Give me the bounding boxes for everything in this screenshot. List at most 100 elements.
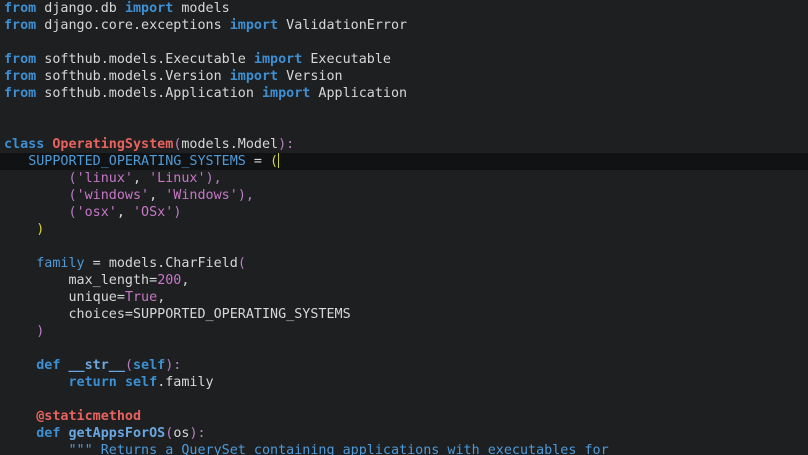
operator: = [84,256,109,271]
string: 'windows' [76,188,150,203]
code-line-11: ('linux', 'Linux'), [4,170,222,187]
matched-paren: ( [270,154,279,169]
text-cursor [278,153,280,168]
string: 'Windows' [165,188,238,203]
paren: ), [205,171,222,186]
code-line-23: return self.family [4,374,214,391]
decorator: @staticmethod [36,409,142,424]
paren: ): [189,426,206,441]
comma: , [133,171,150,186]
import-name: Application [310,86,408,101]
paren: ( [68,171,77,186]
function-name: getAppsForOS [68,426,166,441]
identifier: SUPPORTED_OPERATING_SYSTEMS [28,154,246,169]
parameter: os [173,426,190,441]
matched-paren: ) [36,222,45,237]
code-line-20: ) [4,323,44,340]
code-line-13: ('osx', 'OSx') [4,204,182,221]
paren: ( [124,358,133,373]
paren: ), [237,188,254,203]
code-line-26: def getAppsForOS(os): [4,425,206,442]
keyword-arg: unique= [68,290,125,305]
identifier: family [36,256,85,271]
keyword-arg: max_length= [68,273,158,288]
code-line-10-current[interactable]: SUPPORTED_OPERATING_SYSTEMS = ( [0,153,808,170]
paren: ( [68,188,77,203]
code-line-19: choices=SUPPORTED_OPERATING_SYSTEMS [4,306,351,323]
code-line-27: """ Returns a QuerySet containing applic… [4,442,609,455]
constant: True [124,290,158,305]
module-name: softhub.models.Executable [36,52,254,67]
code-line-18: unique=True, [4,289,166,306]
code-line-16: family = models.CharField( [4,255,246,272]
code-line-12: ('windows', 'Windows'), [4,187,254,204]
keyword: from [4,69,37,84]
number: 200 [157,273,182,288]
import-name: models [173,1,230,16]
paren: ): [278,137,295,152]
comma: , [157,290,166,305]
function-name: __str__ [68,358,125,373]
code-line-6: from softhub.models.Application import A… [4,85,407,102]
module-name: django.core.exceptions [36,18,230,33]
self-keyword: self [133,358,166,373]
attribute: .family [157,375,214,390]
code-line-5: from softhub.models.Version import Versi… [4,68,343,85]
keyword-arg: choices=SUPPORTED_OPERATING_SYSTEMS [68,307,351,322]
string: 'OSx' [133,205,174,220]
self-keyword: self [124,375,158,390]
keyword: import [229,18,279,33]
code-editor[interactable]: from django.db import models from django… [0,0,808,455]
module-name: softhub.models.Version [36,69,230,84]
paren: ): [165,358,182,373]
keyword: from [4,86,37,101]
code-line-9: class OperatingSystem(models.Model): [4,136,294,153]
code-line-1: from django.db import models [4,0,230,17]
keyword: class [4,137,45,152]
code-line-2: from django.core.exceptions import Valid… [4,17,407,34]
comma: , [116,205,133,220]
keyword: import [124,1,174,16]
import-name: Executable [302,52,391,67]
keyword: def [36,426,61,441]
paren: ) [36,324,45,339]
paren: ( [68,205,77,220]
keyword: from [4,18,37,33]
keyword: from [4,1,37,16]
paren: ( [237,256,246,271]
string: 'linux' [76,171,133,186]
keyword: def [36,358,61,373]
comma: , [149,188,166,203]
keyword: import [253,52,303,67]
code-line-14: ) [4,221,44,238]
paren: ) [173,205,182,220]
operator: = [245,154,271,169]
call-name: models.CharField [108,256,238,271]
keyword: return [68,375,117,390]
code-line-4: from softhub.models.Executable import Ex… [4,51,391,68]
base-class: models.Model [181,137,279,152]
string: 'Linux' [149,171,206,186]
keyword: import [261,86,311,101]
code-line-17: max_length=200, [4,272,190,289]
import-name: Version [278,69,343,84]
class-name: OperatingSystem [52,137,174,152]
string: 'osx' [76,205,117,220]
